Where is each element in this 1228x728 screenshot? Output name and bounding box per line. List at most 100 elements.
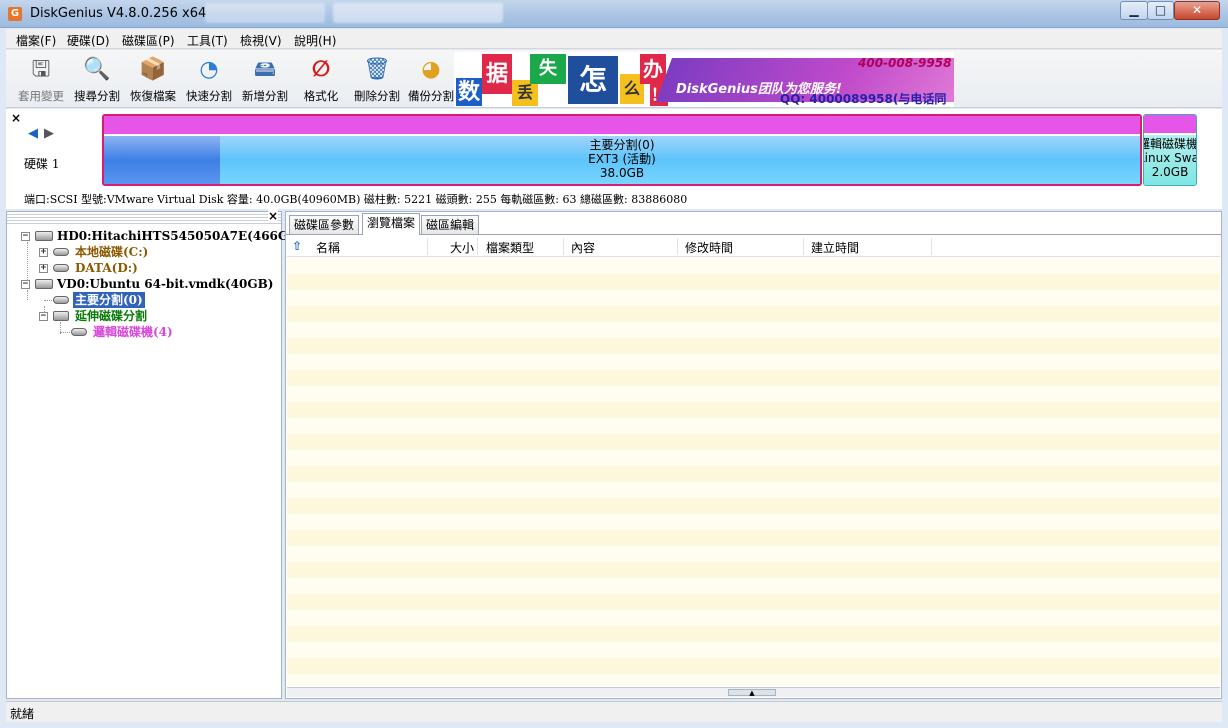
background-window-tab: [205, 3, 325, 23]
search-partition-button[interactable]: 🔍 搜尋分割: [69, 53, 125, 105]
format-button[interactable]: ∅ 格式化: [293, 53, 349, 105]
up-folder-icon[interactable]: ⇧: [292, 239, 302, 253]
app-logo-icon: G: [8, 7, 22, 21]
backup-partition-button[interactable]: ◕ 備份分割: [403, 53, 459, 105]
partition-icon: [71, 328, 87, 336]
column-separator[interactable]: [931, 238, 932, 255]
banner-qq: QQ: 4000089958(与电话同号): [780, 92, 947, 106]
content-panel: 磁碟區參數 瀏覽檔案 磁區編輯 ⇧ 名稱 大小 檔案類型 內容 修改時間 建立時…: [285, 211, 1222, 699]
partition-icon: [53, 296, 69, 304]
menu-tools[interactable]: 工具(T): [187, 32, 228, 49]
status-text: 就緒: [10, 707, 35, 721]
banner-char: 数: [456, 78, 482, 106]
recover-files-button[interactable]: 📦 恢復檔案: [125, 53, 181, 105]
partition-name: 邏輯磁碟機(4): [1144, 137, 1197, 151]
tab-sector-editor[interactable]: 磁區編輯: [421, 215, 480, 235]
toolbar-label: 刪除分割: [354, 89, 400, 103]
background-window-tab: [333, 3, 503, 23]
toolbar-label: 恢復檔案: [130, 89, 176, 103]
file-list-header: ⇧ 名稱 大小 檔案類型 內容 修改時間 建立時間: [287, 236, 1220, 257]
prev-disk-icon[interactable]: ◀: [28, 126, 38, 141]
partition-caption: 主要分割(0) EXT3 (活動) 38.0GB: [104, 138, 1140, 180]
collapse-icon[interactable]: −: [21, 280, 30, 289]
menu-bar: 檔案(F) 硬碟(D) 磁碟區(P) 工具(T) 檢視(V) 說明(H): [6, 29, 1222, 49]
toolbar-label: 備份分割: [408, 89, 454, 103]
disk-label: 硬碟 1: [24, 157, 60, 171]
maximize-button[interactable]: □: [1147, 1, 1174, 20]
save-disk-icon: 🖫: [31, 57, 51, 82]
expand-up-icon[interactable]: ▲: [728, 689, 776, 697]
primary-partition-block[interactable]: 主要分割(0) EXT3 (活動) 38.0GB: [102, 114, 1142, 186]
menu-help[interactable]: 說明(H): [294, 32, 336, 49]
close-icon[interactable]: ×: [11, 111, 21, 125]
tree-label: VD0:Ubuntu 64-bit.vmdk(40GB): [57, 277, 274, 291]
menu-view[interactable]: 檢視(V): [240, 32, 282, 49]
tree-connector: [27, 290, 28, 300]
partition-size: 2.0GB: [1151, 165, 1189, 179]
column-separator[interactable]: [427, 238, 428, 255]
window-title: DiskGenius V4.8.0.256 x64: [30, 6, 207, 21]
title-bar: G DiskGenius V4.8.0.256 x64 ▁ □ ✕: [0, 0, 1228, 28]
column-created[interactable]: 建立時間: [811, 239, 859, 256]
tab-browse-files[interactable]: 瀏覽檔案: [362, 213, 421, 235]
tree-label: 邏輯磁碟機(4): [93, 325, 173, 339]
toolbar-label: 快速分割: [186, 89, 232, 103]
expand-icon[interactable]: +: [39, 248, 48, 257]
tree-label: HD0:HitachiHTS545050A7E(466GB): [57, 229, 304, 243]
disk-tree-panel: × − HD0:HitachiHTS545050A7E(466GB) + 本地磁…: [6, 209, 304, 699]
delete-partition-button[interactable]: 🗑 刪除分割: [349, 53, 405, 105]
new-partition-button[interactable]: 🖴 新增分割: [237, 53, 293, 105]
partition-size: 38.0GB: [599, 166, 645, 180]
toolbar: 🖫 套用變更 🔍 搜尋分割 📦 恢復檔案 ◔ 快速分割 🖴 新增分割 ∅ 格式化…: [6, 50, 1222, 108]
column-name[interactable]: 名稱: [316, 239, 340, 256]
menu-partition[interactable]: 磁碟區(P): [122, 32, 175, 49]
tree-label: 延伸磁碟分割: [75, 309, 148, 323]
column-separator[interactable]: [803, 238, 804, 255]
tab-partition-params[interactable]: 磁碟區參數: [289, 215, 360, 235]
partition-icon: [53, 248, 69, 256]
toolbar-label: 搜尋分割: [74, 89, 120, 103]
disk-map-panel: × ◀ ▶ 硬碟 1 主要分割(0) EXT3 (活動) 38.0GB 邏輯磁碟…: [6, 109, 1222, 209]
column-separator[interactable]: [477, 238, 478, 255]
column-separator[interactable]: [563, 238, 564, 255]
next-disk-icon[interactable]: ▶: [44, 126, 54, 141]
hard-disk-icon: [35, 279, 53, 289]
ad-banner[interactable]: 数 据 丢 失 怎 么 办 ！ DiskGenius团队为您服务! 400-00…: [454, 52, 954, 107]
quick-partition-button[interactable]: ◔ 快速分割: [181, 53, 237, 105]
new-partition-icon: 🖴: [253, 57, 277, 82]
status-bar: 就緒: [6, 701, 1222, 722]
panel-splitter[interactable]: ▲: [287, 687, 1220, 697]
column-separator[interactable]: [677, 238, 678, 255]
column-type[interactable]: 檔案類型: [486, 239, 534, 256]
panel-grip[interactable]: [7, 212, 281, 225]
file-list[interactable]: [287, 258, 1220, 686]
swap-partition-block[interactable]: 邏輯磁碟機(4) Linux Swap 2.0GB: [1143, 114, 1197, 186]
partition-fs: Linux Swap: [1144, 151, 1196, 165]
tab-divider: [286, 234, 1221, 235]
close-icon[interactable]: ×: [267, 209, 278, 223]
banner-char: 据: [482, 54, 512, 94]
minimize-button[interactable]: ▁: [1120, 1, 1148, 20]
column-content[interactable]: 內容: [571, 239, 595, 256]
toolbar-label: 格式化: [303, 89, 339, 103]
menu-disk[interactable]: 硬碟(D): [67, 32, 110, 49]
magnifier-icon: 🔍: [83, 57, 111, 82]
close-button[interactable]: ✕: [1174, 1, 1220, 20]
collapse-icon[interactable]: −: [21, 232, 30, 241]
expand-icon[interactable]: +: [39, 264, 48, 273]
partition-name: 主要分割(0): [589, 138, 655, 152]
backup-icon: ◕: [421, 57, 441, 82]
window-edge: [1222, 211, 1228, 699]
partition-header-bar: [1144, 115, 1196, 133]
tree-label: DATA(D:): [75, 261, 138, 275]
collapse-icon[interactable]: −: [39, 312, 48, 321]
recover-box-icon: 📦: [139, 57, 167, 82]
apply-changes-button[interactable]: 🖫 套用變更: [13, 53, 69, 105]
menu-file[interactable]: 檔案(F): [16, 32, 56, 49]
partition-caption: 邏輯磁碟機(4) Linux Swap 2.0GB: [1144, 137, 1197, 179]
column-size[interactable]: 大小: [450, 239, 474, 256]
column-modified[interactable]: 修改時間: [685, 239, 733, 256]
tree-label: 本地磁碟(C:): [75, 245, 149, 259]
extended-partition-icon: [53, 311, 69, 321]
trash-icon: 🗑: [363, 57, 391, 82]
